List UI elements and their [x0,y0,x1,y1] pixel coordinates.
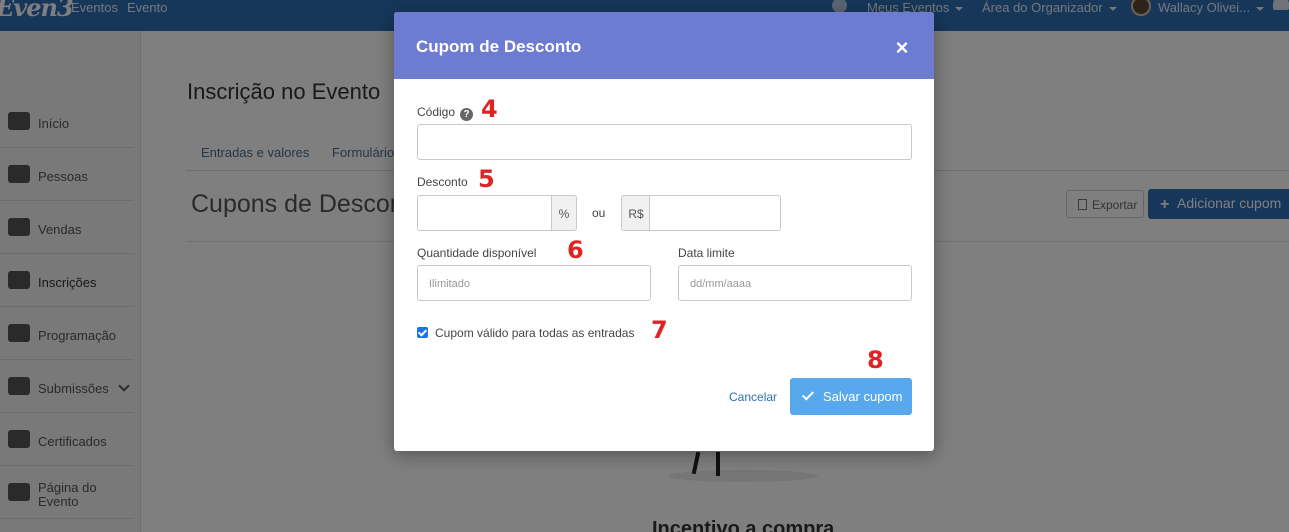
step-marker-6: 6 [567,236,584,264]
step-marker-5: 5 [478,165,495,193]
ou-text: ou [592,206,606,220]
close-icon[interactable]: × [892,37,912,59]
modal-header: Cupom de Desconto × [394,12,934,79]
step-marker-8: 8 [867,346,884,374]
codigo-label: Código? [417,105,474,121]
quantidade-input[interactable]: Ilimitado [417,265,651,301]
desconto-valor-input[interactable] [649,195,781,231]
quantidade-label: Quantidade disponível [417,246,537,260]
codigo-input[interactable] [417,124,912,160]
help-icon[interactable]: ? [460,108,474,121]
percent-addon: % [551,195,577,231]
step-marker-4: 4 [481,95,498,123]
desconto-label: Desconto [417,175,468,189]
todas-entradas-checkbox[interactable] [417,327,428,338]
save-coupon-button[interactable]: Salvar cupom [790,378,912,415]
step-marker-7: 7 [651,316,668,344]
check-icon [801,388,815,401]
save-coupon-label: Salvar cupom [823,389,903,404]
desconto-percent-input[interactable] [417,195,553,231]
modal-title: Cupom de Desconto [416,37,582,56]
currency-addon: R$ [621,195,651,231]
cancel-button[interactable]: Cancelar [729,390,777,404]
data-limite-label: Data limite [678,246,735,260]
data-limite-input[interactable]: dd/mm/aaaa [678,265,912,301]
coupon-modal: Cupom de Desconto × Código? 4 Desconto 5… [394,12,934,451]
codigo-label-text: Código [417,105,456,119]
checkbox-label: Cupom válido para todas as entradas [435,326,635,340]
